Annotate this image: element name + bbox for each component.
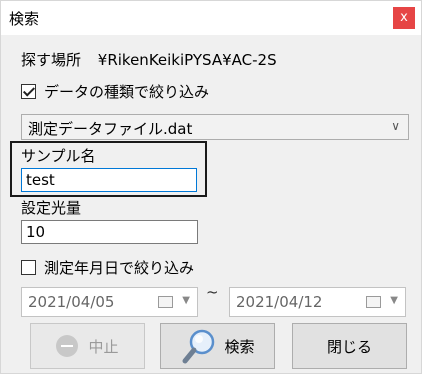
calendar-icon[interactable]: [158, 296, 173, 308]
magnifier-icon: [182, 329, 215, 364]
chevron-down-icon: ∨: [391, 119, 400, 133]
sample-name-label: サンプル名: [21, 147, 96, 165]
search-button-label: 検索: [224, 337, 255, 356]
filter-date-checkbox-row[interactable]: 測定年月日で絞り込み: [21, 257, 194, 278]
filter-date-label: 測定年月日で絞り込み: [44, 259, 195, 277]
search-location-path: ¥RikenKeikiPYSA¥AC-2S: [97, 51, 277, 69]
data-type-select[interactable]: 測定データファイル.dat ∨: [21, 114, 409, 140]
date-from-picker[interactable]: 2021/04/05 ▼: [21, 287, 198, 317]
stop-icon: [56, 335, 79, 357]
close-button-label: 閉じる: [326, 337, 372, 356]
light-amount-label: 設定光量: [21, 199, 82, 217]
filter-type-label: データの種類で絞り込み: [44, 83, 210, 101]
dropdown-arrow-icon[interactable]: ▼: [182, 295, 190, 306]
light-amount-input[interactable]: [21, 220, 198, 244]
search-button[interactable]: 検索: [160, 323, 275, 369]
close-icon: x: [400, 10, 408, 25]
search-dialog: 検索 x 探す場所 ¥RikenKeikiPYSA¥AC-2S データの種類で絞…: [0, 0, 422, 374]
date-range-separator: ~: [206, 283, 219, 301]
sample-name-input[interactable]: [21, 168, 197, 192]
search-location-label: 探す場所: [21, 51, 82, 69]
date-to-picker[interactable]: 2021/04/12 ▼: [229, 287, 406, 317]
filter-date-checkbox[interactable]: [21, 260, 36, 275]
search-location-row: 探す場所 ¥RikenKeikiPYSA¥AC-2S: [21, 49, 277, 70]
dropdown-arrow-icon[interactable]: ▼: [390, 295, 398, 306]
date-to-value: 2021/04/12: [236, 293, 323, 311]
title-bar: 検索 x: [1, 1, 421, 35]
stop-button-label: 中止: [88, 337, 119, 356]
filter-type-checkbox[interactable]: [21, 84, 36, 99]
data-type-selected-value: 測定データファイル.dat: [28, 120, 193, 138]
close-window-button[interactable]: x: [393, 7, 415, 29]
filter-type-checkbox-row[interactable]: データの種類で絞り込み: [21, 81, 209, 102]
dialog-title: 検索: [9, 10, 40, 28]
date-from-value: 2021/04/05: [28, 293, 115, 311]
calendar-icon[interactable]: [366, 296, 381, 308]
stop-button[interactable]: 中止: [30, 323, 145, 369]
close-button[interactable]: 閉じる: [292, 323, 407, 369]
